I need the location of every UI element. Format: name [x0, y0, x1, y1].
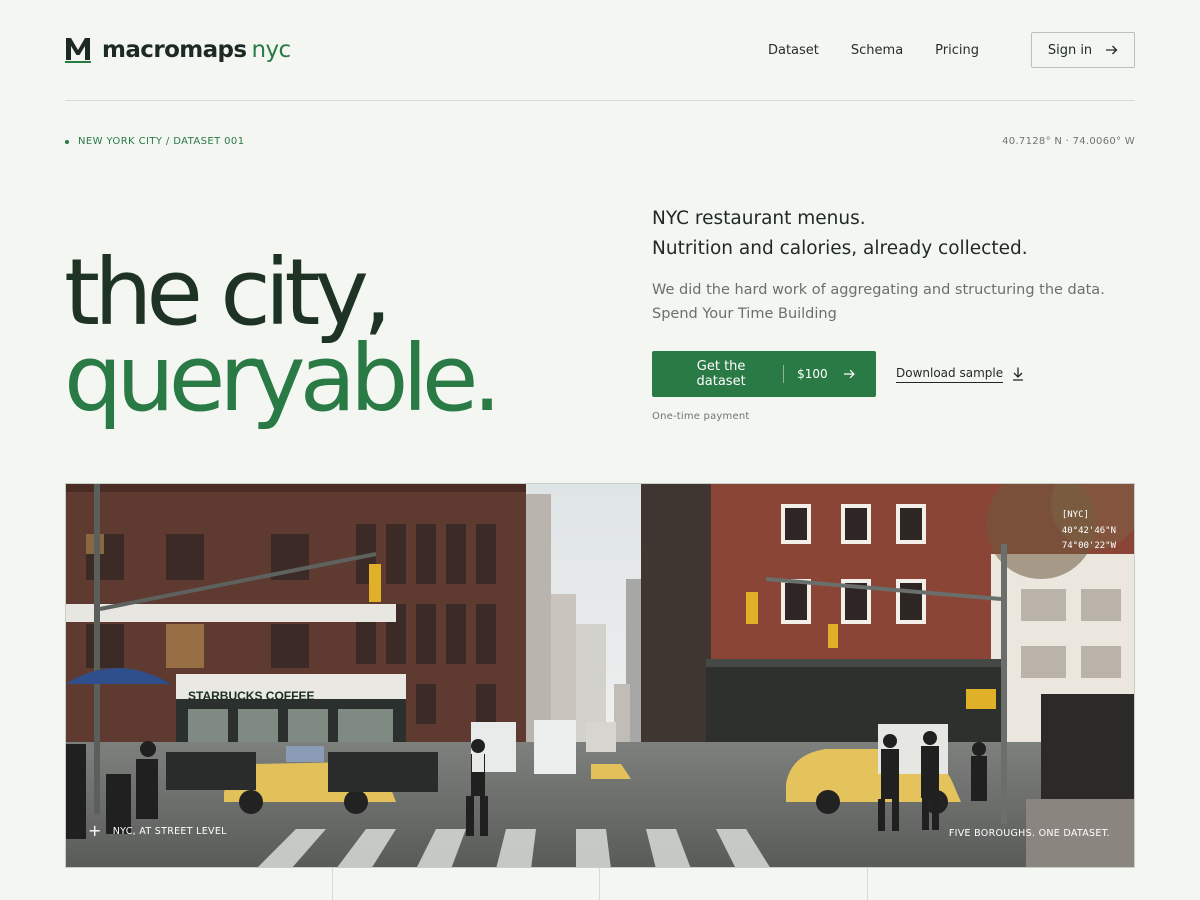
lead-line-1: NYC restaurant menus. [652, 208, 866, 229]
get-dataset-button[interactable]: Get the dataset $100 [652, 351, 876, 397]
main-nav: Dataset Schema Pricing Sign in [768, 32, 1135, 68]
cta-separator [783, 365, 785, 383]
brand-city: nyc [251, 36, 292, 63]
stat-cell [333, 868, 600, 900]
street-scene-illustration: STARBUCKS COFFEE [66, 484, 1134, 867]
stat-cell [65, 868, 333, 900]
photo-coord-lat: 40°42'46"N [1061, 525, 1116, 536]
hero-line-1: the city, [64, 239, 392, 346]
sub-line-2: Spend Your Time Building [652, 306, 837, 322]
coordinates-readout: 40.7128° N · 74.0060° W [1002, 136, 1135, 147]
price-label: $100 [797, 367, 828, 381]
stat-cell [868, 868, 1136, 900]
photo-caption-right: FIVE BOROUGHS. ONE DATASET. [948, 828, 1110, 839]
header-divider [65, 100, 1135, 101]
lead-text: NYC restaurant menus. Nutrition and calo… [652, 204, 1132, 264]
photo-caption-left: + NYC, AT STREET LEVEL [88, 823, 227, 839]
stats-strip [65, 868, 1135, 900]
download-sample-link[interactable]: Download sample [896, 366, 1024, 383]
arrow-right-icon [843, 369, 855, 379]
photo-coordinates: [NYC] 40°42'46"N 74°00'22"W [1062, 508, 1116, 555]
nav-link-schema[interactable]: Schema [851, 43, 903, 58]
brand-wordmark: macromaps nyc [102, 36, 292, 63]
breadcrumb-text: NEW YORK CITY / DATASET 001 [78, 136, 245, 147]
logo-icon [65, 38, 91, 63]
photo-caption-left-text: NYC, AT STREET LEVEL [112, 825, 227, 837]
site-header: macromaps nyc Dataset Schema Pricing Sign… [65, 32, 1135, 68]
brand[interactable]: macromaps nyc [65, 36, 291, 64]
photo-coord-tag: [NYC] [1061, 510, 1089, 520]
nav-link-pricing[interactable]: Pricing [935, 43, 979, 58]
photo-coord-lon: 74°00'22"W [1061, 541, 1116, 551]
street-photo: STARBUCKS COFFEE [NYC] 40°42'46"N 74°00'… [65, 483, 1135, 868]
sign-in-label: Sign in [1047, 42, 1093, 58]
hero-line-2: queryable. [64, 325, 502, 432]
landing-page: macromaps nyc Dataset Schema Pricing Sign… [0, 0, 1200, 900]
sign-in-button[interactable]: Sign in [1031, 32, 1135, 68]
dot-icon [65, 139, 69, 144]
lead-line-2: Nutrition and calories, already collecte… [652, 238, 1028, 259]
sub-text: We did the hard work of aggregating and … [652, 278, 1132, 326]
breadcrumb: NEW YORK CITY / DATASET 001 [65, 136, 244, 147]
sub-line-1: We did the hard work of aggregating and … [652, 282, 1105, 298]
stat-cell [600, 868, 868, 900]
arrow-right-icon [1106, 45, 1118, 55]
payment-note: One-time payment [652, 411, 750, 422]
download-icon [1013, 367, 1024, 381]
storefront-sign: STARBUCKS COFFEE [188, 689, 314, 703]
nav-link-dataset[interactable]: Dataset [768, 43, 819, 58]
get-dataset-label: Get the dataset [696, 359, 746, 389]
hero-headline: the city, queryable. [64, 239, 502, 432]
cta-row: Get the dataset $100 Download sample [652, 351, 1024, 397]
download-sample-label: Download sample [896, 366, 1004, 383]
brand-name: macromaps [102, 36, 247, 63]
plus-icon: + [88, 821, 102, 840]
